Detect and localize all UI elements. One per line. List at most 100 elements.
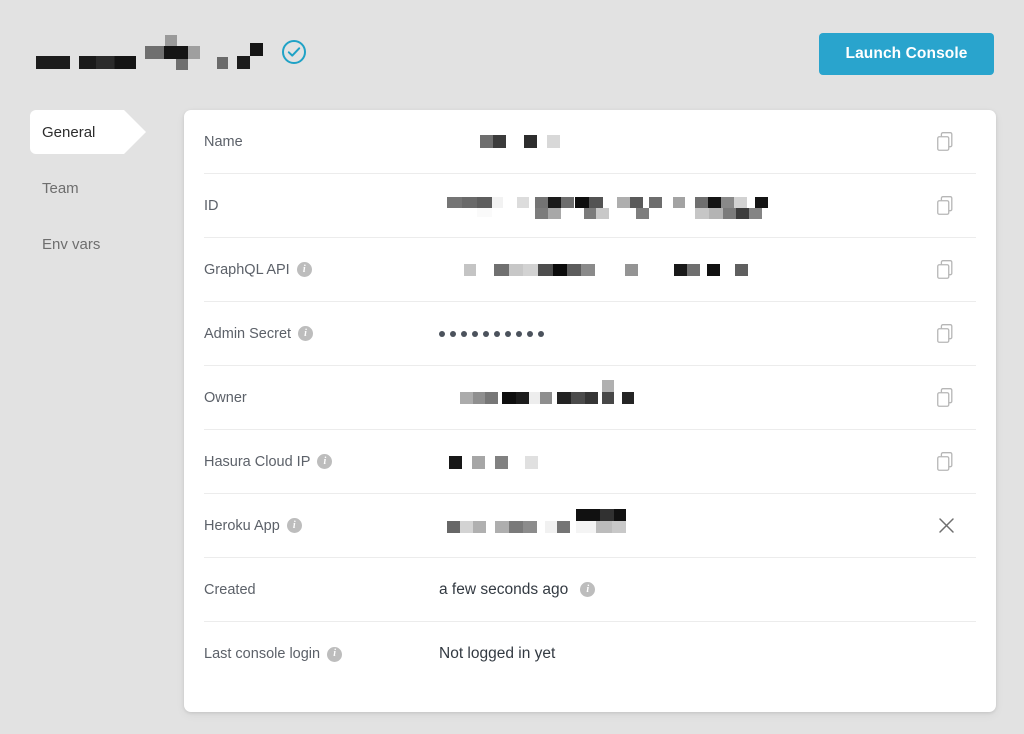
sidebar-item-team[interactable]: Team — [0, 166, 185, 210]
redaction-block — [561, 196, 574, 208]
row-value-heroku-app — [439, 508, 916, 543]
redaction-block — [734, 196, 747, 208]
info-icon[interactable]: i — [286, 518, 302, 533]
redaction-block — [721, 196, 734, 208]
redaction-block — [600, 508, 614, 521]
redaction-block — [538, 263, 553, 276]
project-name-redacted — [36, 35, 263, 70]
sidebar-item-env-vars[interactable]: Env vars — [0, 222, 185, 266]
info-icon[interactable]: i — [298, 326, 314, 341]
masked-secret — [439, 330, 544, 337]
redaction-block — [755, 196, 768, 208]
created-value-text: a few seconds ago — [439, 580, 569, 598]
row-value-id — [439, 189, 916, 223]
row-value-created: a few seconds ago i — [439, 578, 916, 602]
sidebar-item-label: Env vars — [42, 235, 101, 253]
redaction-block — [602, 379, 614, 392]
copy-id-button[interactable] — [916, 196, 976, 215]
last-login-value-text: Not logged in yet — [439, 645, 556, 662]
redaction-block — [557, 520, 570, 533]
redaction-block — [708, 196, 721, 208]
redaction-block — [673, 196, 685, 208]
redaction-block — [449, 455, 462, 469]
redaction-block — [460, 391, 473, 404]
copy-icon — [937, 196, 953, 215]
redaction-block — [464, 263, 476, 276]
redaction-block — [525, 455, 538, 469]
copy-admin-secret-button[interactable] — [916, 324, 976, 343]
redaction-block — [36, 56, 70, 69]
row-label-text: Heroku App — [204, 517, 280, 534]
copy-graphql-api-button[interactable] — [916, 260, 976, 279]
table-row: ID — [204, 174, 976, 238]
redaction-block — [494, 263, 509, 276]
table-row: Hasura Cloud IP i — [204, 430, 976, 494]
redaction-block — [695, 207, 709, 219]
redaction-block — [535, 196, 548, 208]
redaction-block — [237, 56, 250, 69]
redaction-block — [674, 263, 687, 276]
redaction-block — [460, 520, 473, 533]
redaction-block — [585, 391, 598, 404]
copy-hasura-cloud-ip-button[interactable] — [916, 452, 976, 471]
redaction-block — [547, 135, 560, 148]
info-icon[interactable]: i — [296, 262, 312, 277]
table-row: Last console login i Not logged in yet — [204, 622, 976, 686]
redaction-block — [165, 35, 177, 46]
table-row: Heroku App i — [204, 494, 976, 558]
redaction-block — [217, 57, 228, 69]
redaction-block — [622, 391, 634, 404]
remove-heroku-app-button[interactable] — [916, 517, 976, 534]
redaction-block — [736, 207, 749, 219]
table-row: Created a few seconds ago i — [204, 558, 976, 622]
copy-icon — [937, 452, 953, 471]
redaction-block — [176, 59, 188, 70]
copy-icon — [937, 324, 953, 343]
redaction-block — [687, 263, 700, 276]
row-label-hasura-cloud-ip: Hasura Cloud IP i — [204, 454, 439, 470]
redaction-block — [506, 135, 524, 148]
info-icon[interactable]: i — [580, 582, 596, 597]
sidebar-item-general[interactable]: General — [0, 110, 185, 154]
redaction-block — [581, 263, 595, 276]
redaction-block — [524, 135, 537, 148]
redaction-block — [695, 196, 708, 208]
copy-name-button[interactable] — [916, 132, 976, 151]
redaction-block — [576, 508, 600, 521]
sidebar-item-label: Team — [42, 179, 79, 197]
row-label-text: Hasura Cloud IP — [204, 453, 311, 470]
redaction-block — [612, 520, 626, 533]
row-label-graphql-api: GraphQL API i — [204, 262, 439, 278]
row-label-last-console-login: Last console login i — [204, 646, 439, 662]
redaction-block — [707, 263, 720, 276]
redaction-block — [79, 56, 136, 69]
info-icon[interactable]: i — [317, 454, 333, 469]
redaction-block — [575, 196, 589, 208]
redaction-block — [495, 520, 509, 533]
redaction-block — [545, 520, 557, 533]
row-value-last-console-login: Not logged in yet — [439, 642, 916, 666]
launch-console-button[interactable]: Launch Console — [819, 33, 994, 75]
copy-icon — [937, 388, 953, 407]
redaction-block — [614, 508, 626, 521]
redaction-block — [649, 196, 662, 208]
redaction-block — [480, 135, 493, 148]
redaction-block — [636, 207, 649, 219]
redaction-block — [493, 135, 506, 148]
table-row: Admin Secret i — [204, 302, 976, 366]
table-row: Owner — [204, 366, 976, 430]
row-label-text: Admin Secret — [204, 325, 292, 342]
redaction-block — [548, 207, 561, 219]
table-row: GraphQL API i — [204, 238, 976, 302]
redaction-block-group — [237, 43, 263, 69]
copy-owner-button[interactable] — [916, 388, 976, 407]
redaction-block — [630, 196, 643, 208]
redaction-block — [596, 207, 609, 219]
redaction-block — [164, 46, 188, 59]
info-icon[interactable]: i — [327, 646, 343, 662]
row-label-name: Name — [204, 134, 439, 150]
redaction-block — [462, 196, 477, 208]
redaction-block — [723, 207, 736, 219]
row-label-text: Last console login — [204, 646, 321, 662]
redaction-block — [749, 207, 762, 219]
